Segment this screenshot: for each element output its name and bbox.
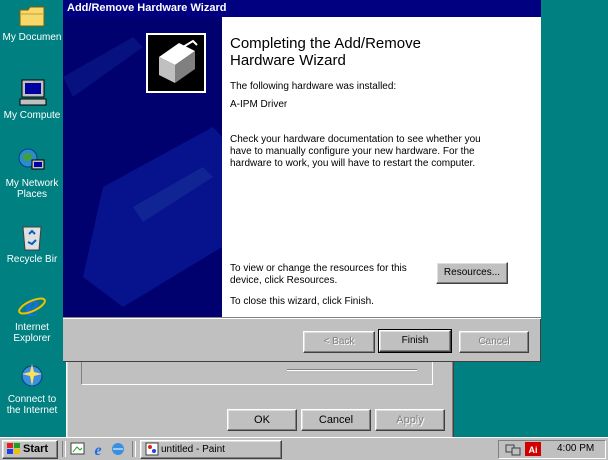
wizard-banner <box>63 17 222 317</box>
desktop-icon-label: Recycle Bir <box>6 254 58 265</box>
wizard-title-bar[interactable]: Add/Remove Hardware Wizard <box>63 0 541 17</box>
taskbar-divider <box>62 441 66 457</box>
wizard-heading: Completing the Add/Remove Hardware Wizar… <box>230 35 421 69</box>
ie-quicklaunch-icon[interactable]: e <box>90 441 106 457</box>
windows-logo-icon <box>7 443 20 454</box>
svg-text:e: e <box>94 442 101 457</box>
svg-text:Ai: Ai <box>529 445 538 455</box>
finish-button[interactable]: Finish <box>378 329 452 353</box>
desktop-icon-my-computer[interactable]: My Compute <box>0 78 64 121</box>
resources-text: To view or change the resources for this… <box>230 263 407 286</box>
desktop-icon-label: My Documen <box>2 32 62 43</box>
desktop-icon-internet-explorer[interactable]: e Internet Explorer <box>0 288 64 344</box>
desktop-icon-label: Connect to the Internet <box>6 394 58 416</box>
wizard-cancel-button[interactable]: Cancel <box>459 331 529 353</box>
task-paint[interactable]: untitled - Paint <box>140 440 282 459</box>
taskbar-divider <box>132 441 136 457</box>
background-dialog-separator <box>287 369 417 371</box>
desktop-icon-label: My Network Places <box>5 178 59 200</box>
start-label: Start <box>23 443 49 455</box>
ie-icon: e <box>18 288 46 320</box>
network-icon <box>18 148 45 170</box>
folder-icon <box>19 6 45 27</box>
wizard-title: Add/Remove Hardware Wizard <box>67 2 227 14</box>
hardware-icon <box>146 33 206 93</box>
taskbar: Start e untitled - Paint Ai 4:00 PM <box>0 437 608 460</box>
installed-intro: The following hardware was installed: <box>230 81 397 92</box>
computer-icon <box>19 79 47 106</box>
connect-icon <box>21 364 43 387</box>
wizard-separator <box>63 317 541 319</box>
recycle-bin-icon <box>22 226 42 251</box>
resources-button[interactable]: Resources... <box>436 262 508 284</box>
outlook-quicklaunch-icon[interactable] <box>110 441 126 457</box>
close-text: To close this wizard, click Finish. <box>230 296 374 307</box>
banner-graphic <box>63 17 222 317</box>
desktop-icon-my-documents[interactable]: My Documen <box>0 2 64 43</box>
device-name: A-IPM Driver <box>230 99 288 110</box>
desktop-icon-connect-to-internet[interactable]: Connect to the Internet <box>0 362 64 416</box>
ok-button[interactable]: OK <box>227 409 297 431</box>
wizard-window: Add/Remove Hardware Wizard Completing th… <box>63 0 541 362</box>
documentation-text: Check your hardware documentation to see… <box>230 134 481 169</box>
cancel-button[interactable]: Cancel <box>301 409 371 431</box>
network-tray-icon[interactable] <box>505 442 521 456</box>
wizard-content: Completing the Add/Remove Hardware Wizar… <box>222 17 541 317</box>
paint-icon <box>145 442 159 456</box>
ati-tray-icon[interactable]: Ai <box>525 442 541 456</box>
desktop-icon-recycle-bin[interactable]: Recycle Bir <box>0 222 64 265</box>
back-button[interactable]: < Back <box>303 331 375 353</box>
desktop-icon-label: My Compute <box>3 110 61 121</box>
desktop-icon-label: Internet Explorer <box>13 322 51 344</box>
clock: 4:00 PM <box>557 443 595 454</box>
system-tray: Ai 4:00 PM <box>498 440 606 459</box>
apply-button[interactable]: Apply <box>375 409 445 431</box>
show-desktop-icon[interactable] <box>70 442 86 456</box>
task-paint-label: untitled - Paint <box>161 444 225 455</box>
start-button[interactable]: Start <box>2 440 58 459</box>
desktop-icon-my-network-places[interactable]: My Network Places <box>0 146 64 200</box>
